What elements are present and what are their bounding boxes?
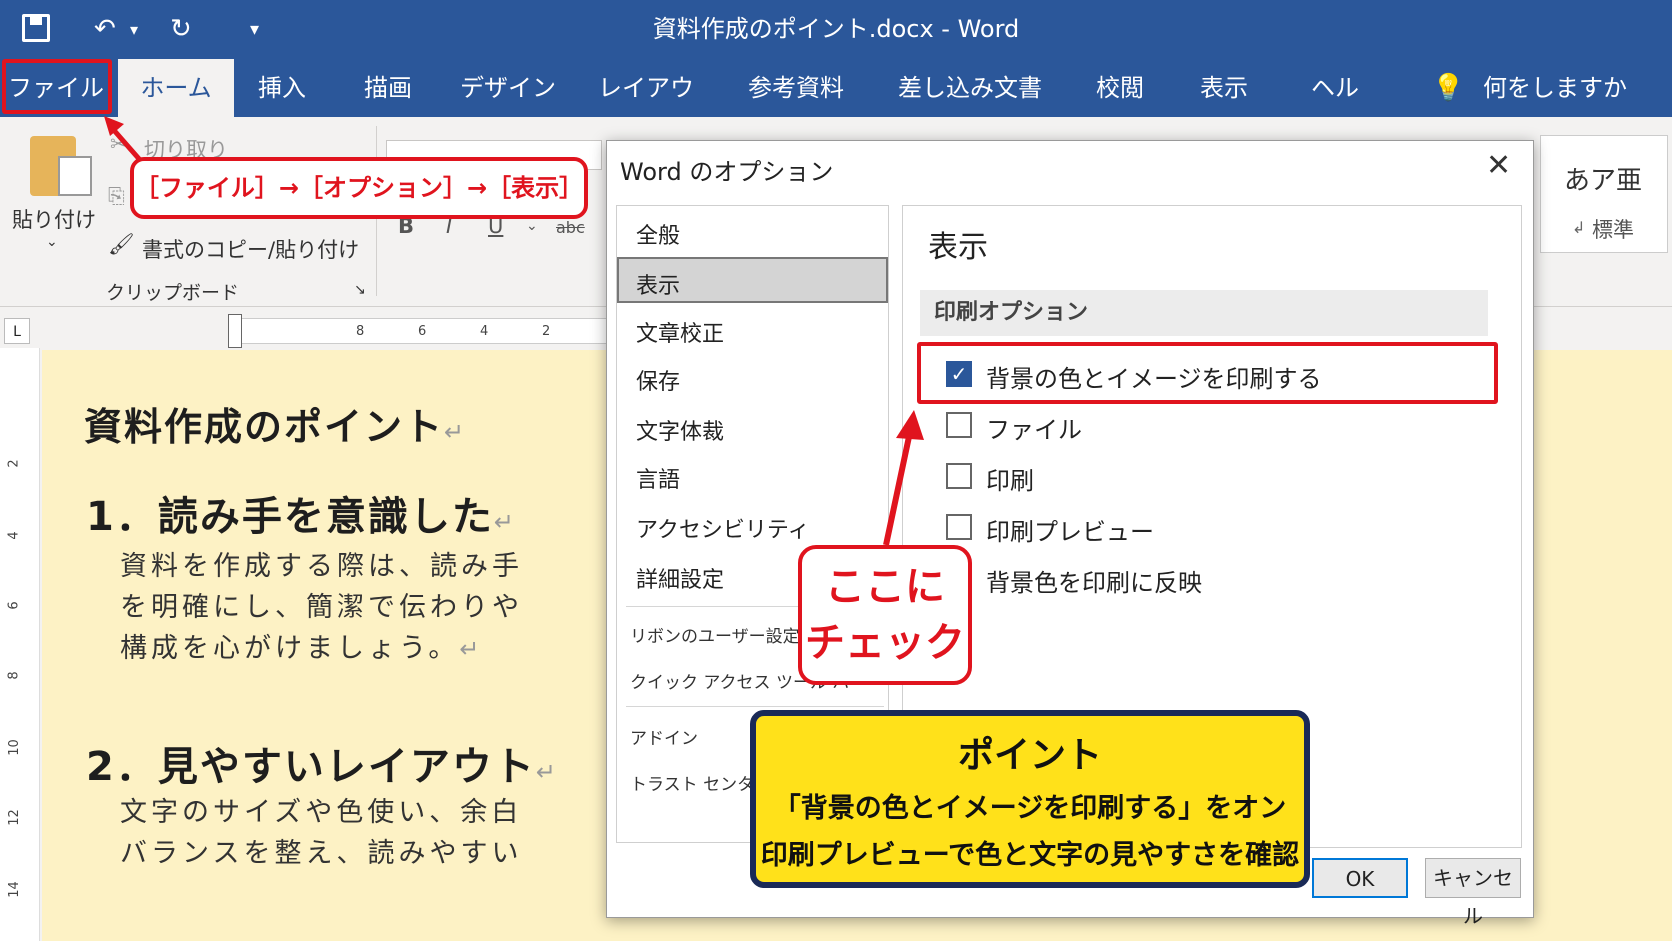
callout-line: ここに xyxy=(825,564,945,610)
arrow-head xyxy=(896,410,924,440)
point-line-1: 「背景の色とイメージを印刷する」をオン xyxy=(773,793,1287,824)
arrow-to-file-tab xyxy=(110,126,142,162)
arrow-to-checkbox xyxy=(883,431,913,546)
point-box: ポイント 「背景の色とイメージを印刷する」をオン 印刷プレビューで色と文字の見や… xyxy=(750,710,1310,888)
point-line-2: 印刷プレビューで色と文字の見やすさを確認 xyxy=(760,840,1300,871)
callout-line: チェック xyxy=(805,620,965,666)
check-here-callout: ここに チェック xyxy=(798,545,972,685)
point-title: ポイント xyxy=(957,735,1102,776)
